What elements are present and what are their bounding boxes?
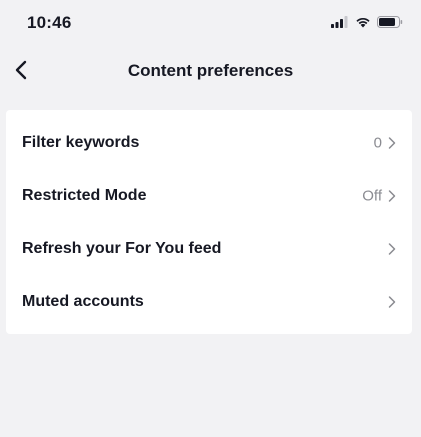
filter-keywords-row[interactable]: Filter keywords 0 bbox=[6, 116, 412, 169]
restricted-mode-row[interactable]: Restricted Mode Off bbox=[6, 169, 412, 222]
signal-icon bbox=[331, 16, 348, 28]
nav-bar: Content preferences bbox=[0, 46, 421, 96]
row-value: 0 bbox=[373, 134, 382, 151]
row-label: Filter keywords bbox=[22, 133, 140, 151]
wifi-icon bbox=[356, 17, 370, 28]
chevron-right-icon bbox=[388, 189, 396, 202]
page-title: Content preferences bbox=[127, 61, 294, 80]
row-label: Refresh your For You feed bbox=[22, 239, 222, 257]
chevron-right-icon bbox=[388, 295, 396, 308]
status-bar: 10:46 bbox=[0, 0, 421, 46]
row-label: Muted accounts bbox=[22, 292, 144, 310]
row-label: Restricted Mode bbox=[22, 186, 147, 204]
battery-icon bbox=[377, 16, 403, 28]
refresh-feed-row[interactable]: Refresh your For You feed bbox=[6, 222, 412, 275]
status-time: 10:46 bbox=[27, 13, 72, 32]
row-value: Off bbox=[362, 187, 382, 204]
settings-card: Filter keywords 0 Restricted Mode Off Re… bbox=[6, 110, 412, 334]
chevron-right-icon bbox=[388, 242, 396, 255]
chevron-right-icon bbox=[388, 136, 396, 149]
muted-accounts-row[interactable]: Muted accounts bbox=[6, 275, 412, 328]
status-icons bbox=[331, 16, 403, 28]
